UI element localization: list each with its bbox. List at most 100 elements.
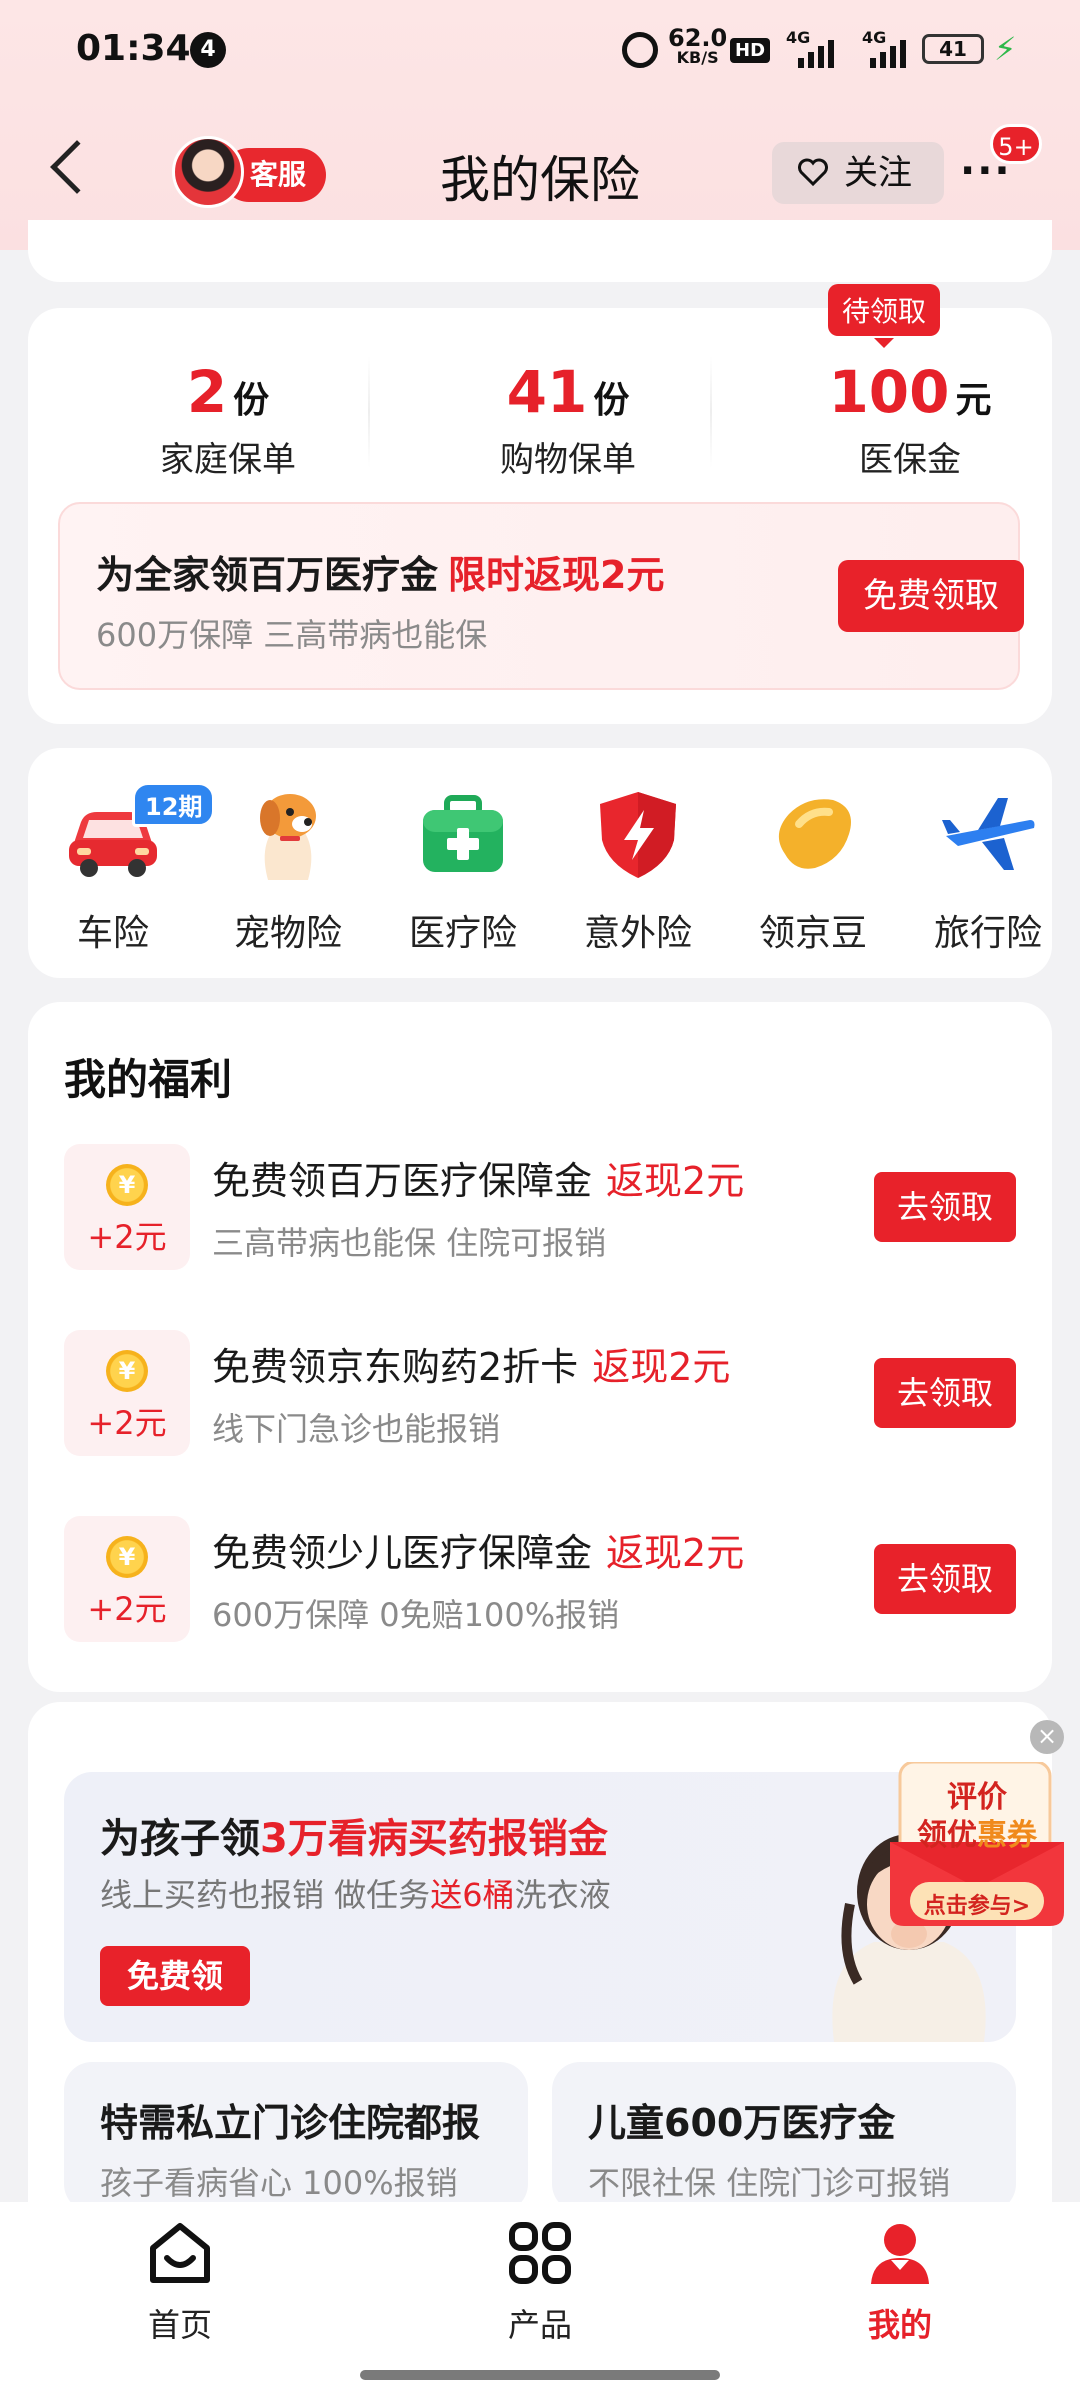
kids-subtitle-suffix: 洗衣液 [514, 1876, 611, 1914]
free-claim-button[interactable]: 免费领取 [838, 560, 1024, 632]
close-icon[interactable]: × [1030, 1720, 1064, 1754]
medical-kit-icon [413, 784, 513, 884]
claim-button[interactable]: 去领取 [874, 1544, 1016, 1614]
review-coupon-float-ad[interactable]: 评价 领优惠券 点击参与> [890, 1762, 1064, 1932]
shopping-policy-unit: 份 [593, 380, 630, 421]
notification-count-badge: 4 [190, 32, 226, 68]
heart-icon [798, 158, 828, 186]
float-ad-line2-highlight: 惠券 [977, 1818, 1037, 1853]
shield-bolt-icon [588, 784, 688, 884]
promo-highlight: 限时返现2元 [448, 553, 665, 597]
pet-dog-icon [238, 784, 338, 884]
claim-button[interactable]: 去领取 [874, 1358, 1016, 1428]
benefit-cashback: 返现2元 [606, 1159, 745, 1203]
family-policy-stat[interactable]: 2份 家庭保单 [78, 358, 378, 481]
tab-label: 我的 [867, 2306, 932, 2344]
benefits-title: 我的福利 [64, 1055, 233, 1104]
benefit-cashback: 返现2元 [592, 1345, 731, 1389]
airplane-icon [938, 784, 1038, 884]
cashback-coin-box: ¥ +2元 [64, 1144, 190, 1270]
product-accident-insurance[interactable]: 意外险 [553, 784, 723, 956]
free-claim-kids-button[interactable]: 免费领 [100, 1946, 250, 2006]
product-medical-insurance[interactable]: 医疗险 [378, 784, 548, 956]
claim-button[interactable]: 去领取 [874, 1172, 1016, 1242]
benefit-title: 免费领百万医疗保障金 [212, 1159, 593, 1203]
signal-bars-icon [790, 40, 834, 68]
yuan-coin-icon: ¥ [106, 1536, 148, 1578]
net-speed: 62.0 KB/S [668, 26, 727, 68]
product-label: 车险 [76, 913, 149, 954]
kids-card-medical-fund[interactable]: 儿童600万医疗金 不限社保 住院门诊可报销 [552, 2062, 1016, 2212]
tab-mine[interactable]: 我的 [800, 2220, 1000, 2346]
benefit-title: 免费领少儿医疗保障金 [212, 1531, 593, 1575]
insurance-products-row: 车险 12期 宠物险 医疗险 意外险 领京豆 旅行险 [28, 748, 1052, 978]
cashback-amount: +2元 [87, 1404, 167, 1442]
family-policy-label: 家庭保单 [160, 440, 296, 480]
medical-fund-label: 医保金 [859, 440, 961, 480]
float-ad-cta[interactable]: 点击参与> [910, 1888, 1044, 1920]
float-ad-line2-prefix: 领优 [917, 1818, 977, 1853]
user-icon [867, 2220, 933, 2286]
tab-label: 首页 [147, 2306, 212, 2344]
family-medical-promo[interactable]: 为全家领百万医疗金 限时返现2元 600万保障 三高带病也能保 免费领取 [58, 502, 1024, 690]
kids-card-private-clinic[interactable]: 特需私立门诊住院都报 孩子看病省心 100%报销 [64, 2062, 528, 2212]
medical-fund-amount: 100 [828, 358, 950, 426]
kids-card-title: 儿童600万医疗金 [588, 2101, 896, 2145]
promo-subtitle: 600万保障 三高带病也能保 [96, 616, 488, 654]
shopping-policy-count: 41 [506, 358, 588, 426]
kids-card-subtitle: 不限社保 住院门诊可报销 [588, 2164, 951, 2202]
benefit-subtitle: 线下门急诊也能报销 [212, 1410, 501, 1448]
home-icon [147, 2220, 213, 2286]
message-badge: 5+ [990, 124, 1042, 164]
net-speed-unit: KB/S [676, 48, 719, 67]
divider [710, 356, 712, 468]
benefit-subtitle: 600万保障 0免赔100%报销 [212, 1596, 620, 1634]
family-policy-unit: 份 [233, 380, 270, 421]
product-travel-insurance[interactable]: 旅行险 [903, 784, 1052, 956]
grid-icon [507, 2220, 573, 2286]
pending-claim-badge: 待领取 [828, 284, 941, 348]
benefit-item[interactable]: ¥ +2元 免费领少儿医疗保障金 返现2元 600万保障 0免赔100%报销 去领… [28, 1516, 1052, 1646]
benefit-cashback: 返现2元 [606, 1531, 745, 1575]
home-indicator[interactable] [360, 2370, 720, 2380]
divider [368, 356, 370, 468]
kids-title-prefix: 为孩子领 [100, 1816, 260, 1862]
product-jd-beans[interactable]: 领京豆 [728, 784, 898, 956]
product-label: 旅行险 [933, 913, 1042, 954]
tab-products[interactable]: 产品 [440, 2220, 640, 2346]
product-label: 意外险 [583, 913, 692, 954]
follow-button[interactable]: 关注 [772, 142, 944, 204]
benefit-item[interactable]: ¥ +2元 免费领百万医疗保障金 返现2元 三高带病也能保 住院可报销 去领取 [28, 1144, 1052, 1274]
previous-card-edge [28, 220, 1052, 282]
shopping-policy-stat[interactable]: 41 份 购物保单 [418, 358, 718, 481]
kids-title-highlight: 3万看病买药报销金 [260, 1816, 608, 1862]
benefit-item[interactable]: ¥ +2元 免费领京东购药2折卡 返现2元 线下门急诊也能报销 去领取 [28, 1330, 1052, 1460]
yuan-coin-icon: ¥ [106, 1164, 148, 1206]
shopping-policy-label: 购物保单 [500, 440, 636, 480]
kids-medical-banner[interactable]: 为孩子领3万看病买药报销金 线上买药也报销 做任务送6桶洗衣液 免费领 [64, 1772, 1016, 2042]
kids-subtitle-highlight: 送6桶 [430, 1876, 515, 1914]
yuan-coin-icon: ¥ [106, 1350, 148, 1392]
benefit-subtitle: 三高带病也能保 住院可报销 [212, 1224, 607, 1262]
my-benefits-card: 我的福利 ¥ +2元 免费领百万医疗保障金 返现2元 三高带病也能保 住院可报销 … [28, 1002, 1052, 1692]
medical-fund-unit: 元 [955, 380, 992, 421]
charging-icon: ⚡ [994, 30, 1017, 68]
tab-home[interactable]: 首页 [80, 2220, 280, 2346]
product-label: 医疗险 [408, 913, 517, 954]
promo-title: 为全家领百万医疗金 [96, 553, 439, 597]
tab-label: 产品 [507, 2306, 572, 2344]
family-policy-count: 2 [186, 358, 228, 426]
product-pet-insurance[interactable]: 宠物险 [203, 784, 373, 956]
policy-summary-card: 2份 家庭保单 41 份 购物保单 100 元 医保金 待领取 为全家领百万医疗金限… [28, 284, 1052, 724]
hd-voice-icon: HD [730, 38, 771, 63]
medical-fund-stat[interactable]: 100 元 医保金 [760, 358, 1060, 481]
benefit-title: 免费领京东购药2折卡 [212, 1345, 579, 1389]
kids-card-title: 特需私立门诊住院都报 [100, 2101, 481, 2145]
bean-icon [763, 784, 863, 884]
cashback-amount: +2元 [87, 1218, 167, 1256]
battery-icon: 41 [922, 34, 984, 64]
cashback-amount: +2元 [87, 1590, 167, 1628]
signal-bars-icon [862, 40, 906, 68]
kids-card-subtitle: 孩子看病省心 100%报销 [100, 2164, 458, 2202]
alarm-icon [622, 32, 658, 68]
